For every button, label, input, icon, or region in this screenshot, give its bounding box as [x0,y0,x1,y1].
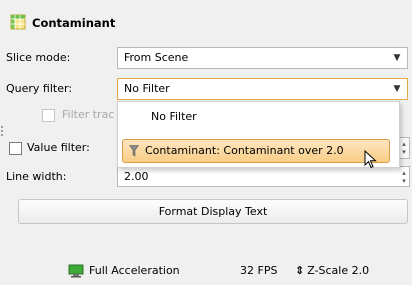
spinner-arrows-icon[interactable]: ▴ ▾ [399,138,409,158]
query-filter-select[interactable]: No Filter ▼ [117,78,408,100]
table-icon [10,14,26,33]
mouse-pointer-icon [364,149,378,173]
zscale-text: Z-Scale 2.0 [307,264,370,277]
line-width-value: 2.00 [124,170,149,183]
dropdown-option-contaminant[interactable]: Contaminant: Contaminant over 2.0 [122,139,390,163]
query-filter-label: Query filter: [6,82,73,95]
line-width-label: Line width: [6,170,67,183]
panel-header: Contaminant [10,13,115,33]
query-filter-value: No Filter [124,82,170,95]
format-display-text-button[interactable]: Format Display Text [18,199,408,224]
chevron-down-icon[interactable]: ▼ [387,79,407,99]
acceleration-status: Full Acceleration [68,262,180,280]
query-filter-dropdown: No Filter Contaminant: Contaminant over … [117,101,400,168]
value-filter-spinner[interactable]: ▴ ▾ [400,137,410,159]
zscale-status[interactable]: ⇕ Z-Scale 2.0 [295,262,369,280]
slice-mode-select[interactable]: From Scene ▼ [117,47,408,69]
acceleration-text: Full Acceleration [89,264,180,277]
slice-mode-value: From Scene [124,51,189,64]
splitter-handle[interactable] [1,126,4,138]
value-filter-label: Value filter: [27,141,90,154]
filter-trace-label: Filter trac [62,108,115,121]
fps-text: 32 FPS [240,264,278,277]
chevron-down-icon[interactable]: ▼ [387,48,407,68]
spinner-arrows-icon[interactable]: ▴ ▾ [399,167,409,186]
panel-title: Contaminant [32,16,116,30]
slice-mode-label: Slice mode: [6,51,71,64]
dropdown-option-label: Contaminant: Contaminant over 2.0 [145,144,344,157]
properties-panel: Contaminant Slice mode: From Scene ▼ Que… [0,0,412,285]
dropdown-option-no-filter[interactable]: No Filter [118,105,399,129]
value-filter-checkbox[interactable] [9,142,22,155]
monitor-icon [68,264,84,278]
filter-trace-checkbox[interactable] [42,109,55,122]
filter-funnel-icon [129,145,139,157]
vertical-arrows-icon: ⇕ [295,264,305,277]
